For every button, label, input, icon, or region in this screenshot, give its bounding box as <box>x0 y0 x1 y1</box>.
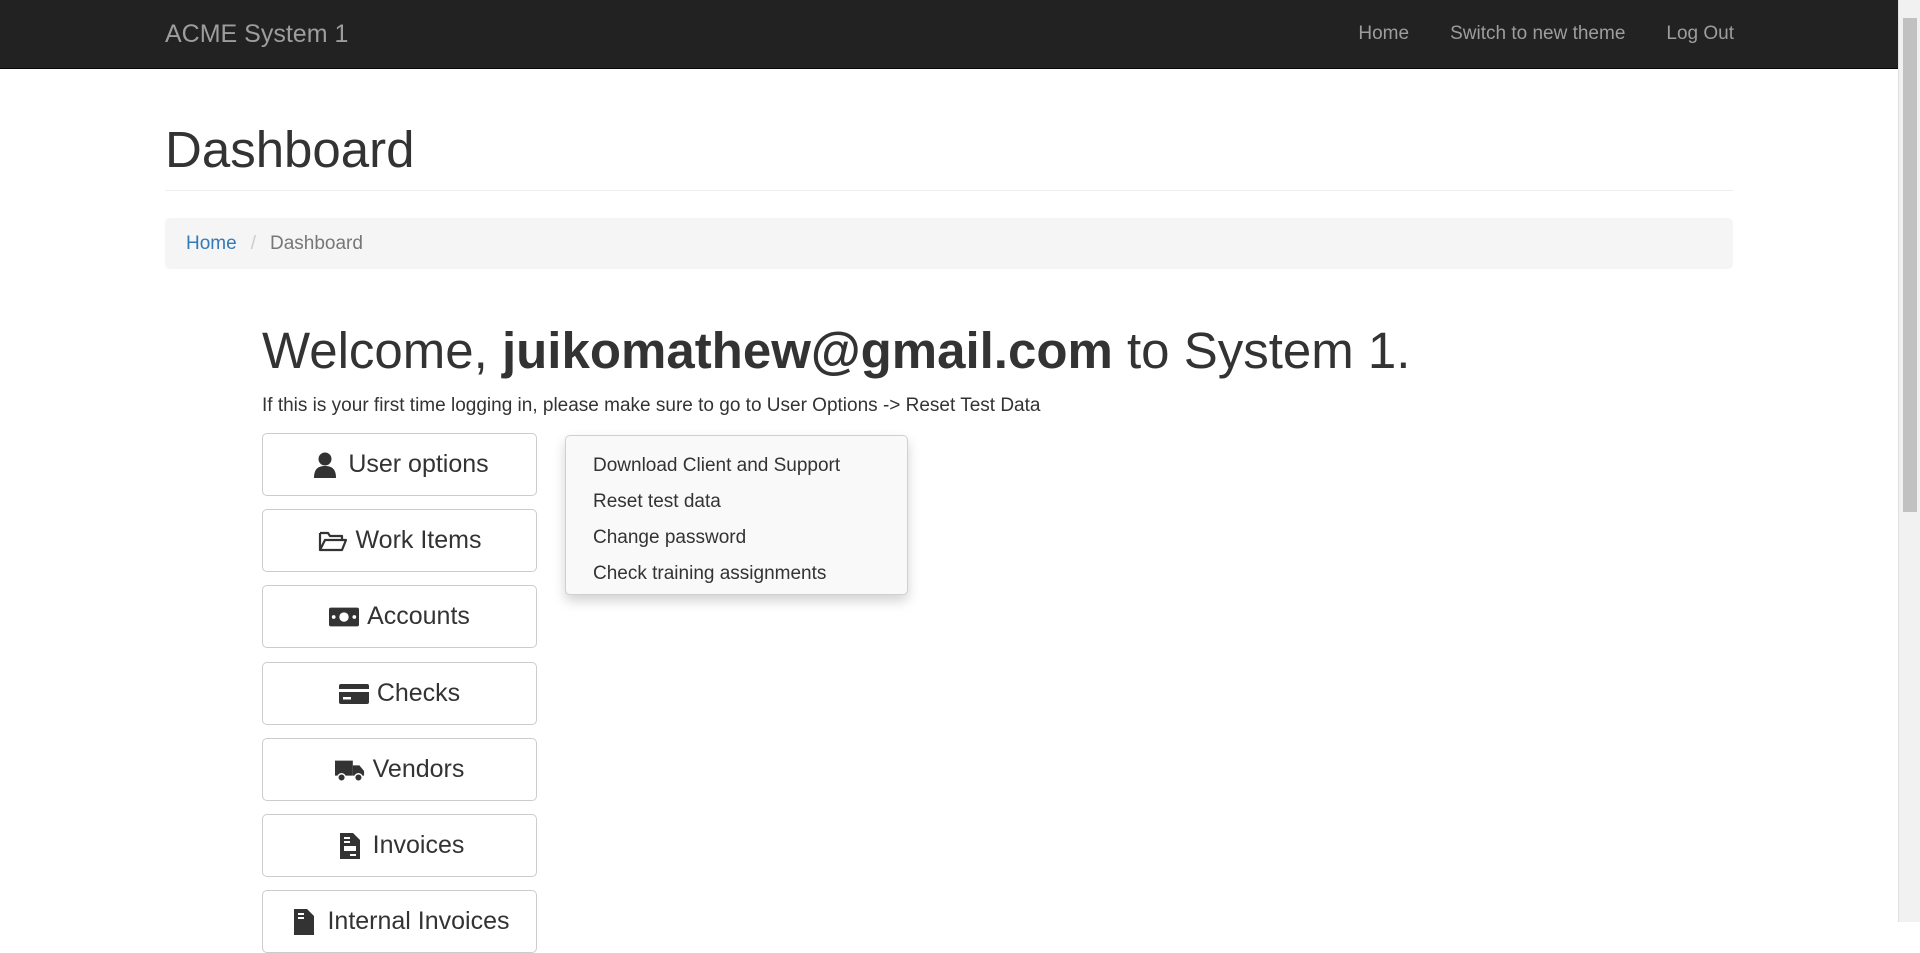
user-icon <box>310 451 340 479</box>
intro-text: If this is your first time logging in, p… <box>262 395 1041 416</box>
nav-home-link[interactable]: Home <box>1358 21 1409 47</box>
breadcrumb-home-link[interactable]: Home <box>186 233 237 255</box>
accounts-button[interactable]: Accounts <box>262 585 537 648</box>
breadcrumb-current: Dashboard <box>269 232 363 254</box>
accounts-label: Accounts <box>367 602 470 630</box>
work-items-button[interactable]: Work Items <box>262 509 537 572</box>
brand-logo[interactable]: ACME System 1 <box>165 19 348 49</box>
nav-logout-link[interactable]: Log Out <box>1666 21 1734 47</box>
welcome-heading: Welcome, juikomathew@gmail.com to System… <box>262 320 1410 382</box>
vendors-label: Vendors <box>372 755 465 783</box>
invoices-label: Invoices <box>372 831 465 859</box>
user-options-label: User options <box>348 450 489 478</box>
truck-icon <box>334 756 365 784</box>
vendors-button[interactable]: Vendors <box>262 738 537 801</box>
vertical-scrollbar[interactable] <box>1898 0 1920 922</box>
nav-links: Home Switch to new theme Log Out <box>1358 21 1734 47</box>
welcome-suffix: to System 1. <box>1112 322 1411 379</box>
breadcrumb-separator: / <box>250 232 256 254</box>
welcome-prefix: Welcome, <box>262 322 502 379</box>
top-navbar: ACME System 1 Home Switch to new theme L… <box>0 0 1898 69</box>
nav-switch-theme-link[interactable]: Switch to new theme <box>1450 21 1625 47</box>
breadcrumb: Home / Dashboard <box>165 218 1733 269</box>
checks-button[interactable]: Checks <box>262 662 537 725</box>
dropdown-item-training-assignments[interactable]: Check training assignments <box>566 556 907 592</box>
checks-label: Checks <box>376 679 461 707</box>
money-bill-icon <box>329 603 360 631</box>
scrollbar-thumb[interactable] <box>1903 18 1917 512</box>
user-options-dropdown: Download Client and Support Reset test d… <box>565 435 908 595</box>
credit-card-icon <box>338 680 369 708</box>
work-items-label: Work Items <box>355 526 482 554</box>
invoices-button[interactable]: Invoices <box>262 814 537 877</box>
page-title: Dashboard <box>165 121 415 178</box>
folder-open-icon <box>318 527 348 555</box>
dropdown-item-reset-test-data[interactable]: Reset test data <box>566 484 907 520</box>
dropdown-item-download-client[interactable]: Download Client and Support <box>566 448 907 484</box>
dropdown-item-change-password[interactable]: Change password <box>566 520 907 556</box>
file-invoice-icon <box>335 832 365 860</box>
page-header: Dashboard <box>165 113 1733 191</box>
welcome-user-email: juikomathew@gmail.com <box>501 322 1113 379</box>
user-options-button[interactable]: User options <box>262 433 537 496</box>
